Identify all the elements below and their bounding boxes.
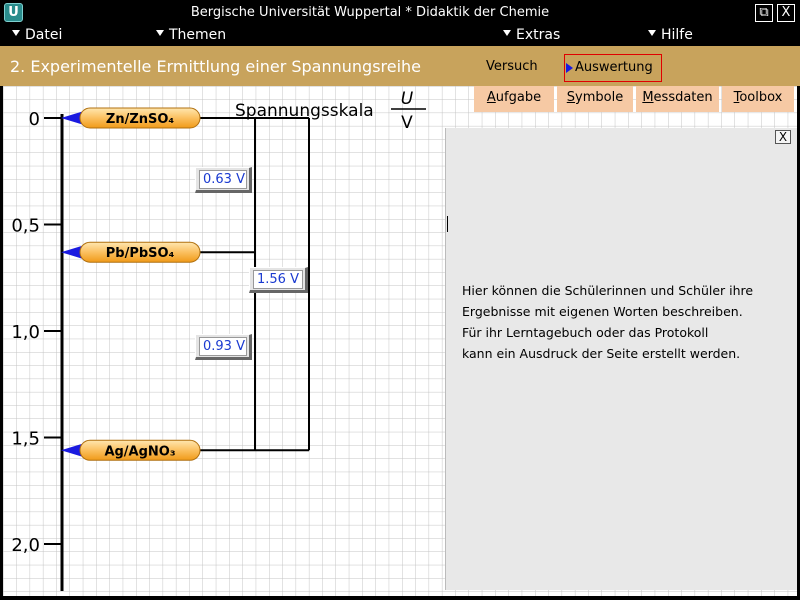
menu-hilfe[interactable]: Hilfe bbox=[648, 27, 693, 43]
tab-versuch[interactable]: Versuch bbox=[478, 54, 546, 82]
page-title: 2. Experimentelle Ermittlung einer Spann… bbox=[10, 57, 422, 76]
electrode-label: Zn/ZnSO₄ bbox=[106, 112, 175, 127]
electrode-label: Pb/PbSO₄ bbox=[106, 246, 175, 261]
dropdown-arrow-icon bbox=[648, 30, 656, 36]
active-tab-arrow-icon bbox=[566, 63, 573, 73]
text-caret bbox=[447, 216, 448, 232]
electrode-label: Ag/AgNO₃ bbox=[104, 444, 175, 459]
menu-datei[interactable]: Datei bbox=[12, 27, 62, 43]
title-bar: U Bergische Universität Wuppertal * Dida… bbox=[0, 0, 800, 26]
symbole-button[interactable]: Symbole bbox=[557, 86, 633, 112]
messdaten-button[interactable]: Messdaten bbox=[636, 86, 719, 112]
panel-description: Hier können die Schülerinnen und Schüler… bbox=[462, 283, 754, 361]
tab-auswertung[interactable]: Auswertung bbox=[564, 54, 662, 82]
tick-label: 2,0 bbox=[11, 535, 40, 556]
close-window-button[interactable]: X bbox=[777, 4, 795, 22]
window-title: Bergische Universität Wuppertal * Didakt… bbox=[190, 5, 550, 20]
aufgabe-button[interactable]: Aufgabe bbox=[474, 86, 554, 112]
dropdown-arrow-icon bbox=[503, 30, 511, 36]
voltage-box-zn-ag: 1.56 V bbox=[249, 267, 308, 293]
tick-label: 0,5 bbox=[11, 216, 40, 237]
results-text-panel[interactable]: X Hier können die Schülerinnen und Schül… bbox=[445, 128, 797, 590]
toolbox-button[interactable]: Toolbox bbox=[722, 86, 794, 112]
close-panel-button[interactable]: X bbox=[775, 130, 791, 144]
dropdown-arrow-icon bbox=[12, 30, 20, 36]
restore-window-button[interactable]: ⧉ bbox=[755, 4, 773, 22]
dropdown-arrow-icon bbox=[156, 30, 164, 36]
unit-numerator: U bbox=[401, 89, 414, 109]
section-header: 2. Experimentelle Ermittlung einer Spann… bbox=[0, 46, 800, 86]
tick-label: 0 bbox=[29, 109, 40, 130]
menu-extras[interactable]: Extras bbox=[503, 27, 560, 43]
menu-bar: Datei Themen Extras Hilfe bbox=[0, 26, 800, 46]
voltage-box-pb-ag: 0.93 V bbox=[195, 334, 252, 360]
voltage-box-zn-pb: 0.63 V bbox=[195, 167, 252, 193]
tick-label: 1,5 bbox=[11, 429, 40, 450]
menu-themen[interactable]: Themen bbox=[156, 27, 226, 43]
tick-label: 1,0 bbox=[11, 322, 40, 343]
unit-denominator: V bbox=[401, 113, 413, 133]
